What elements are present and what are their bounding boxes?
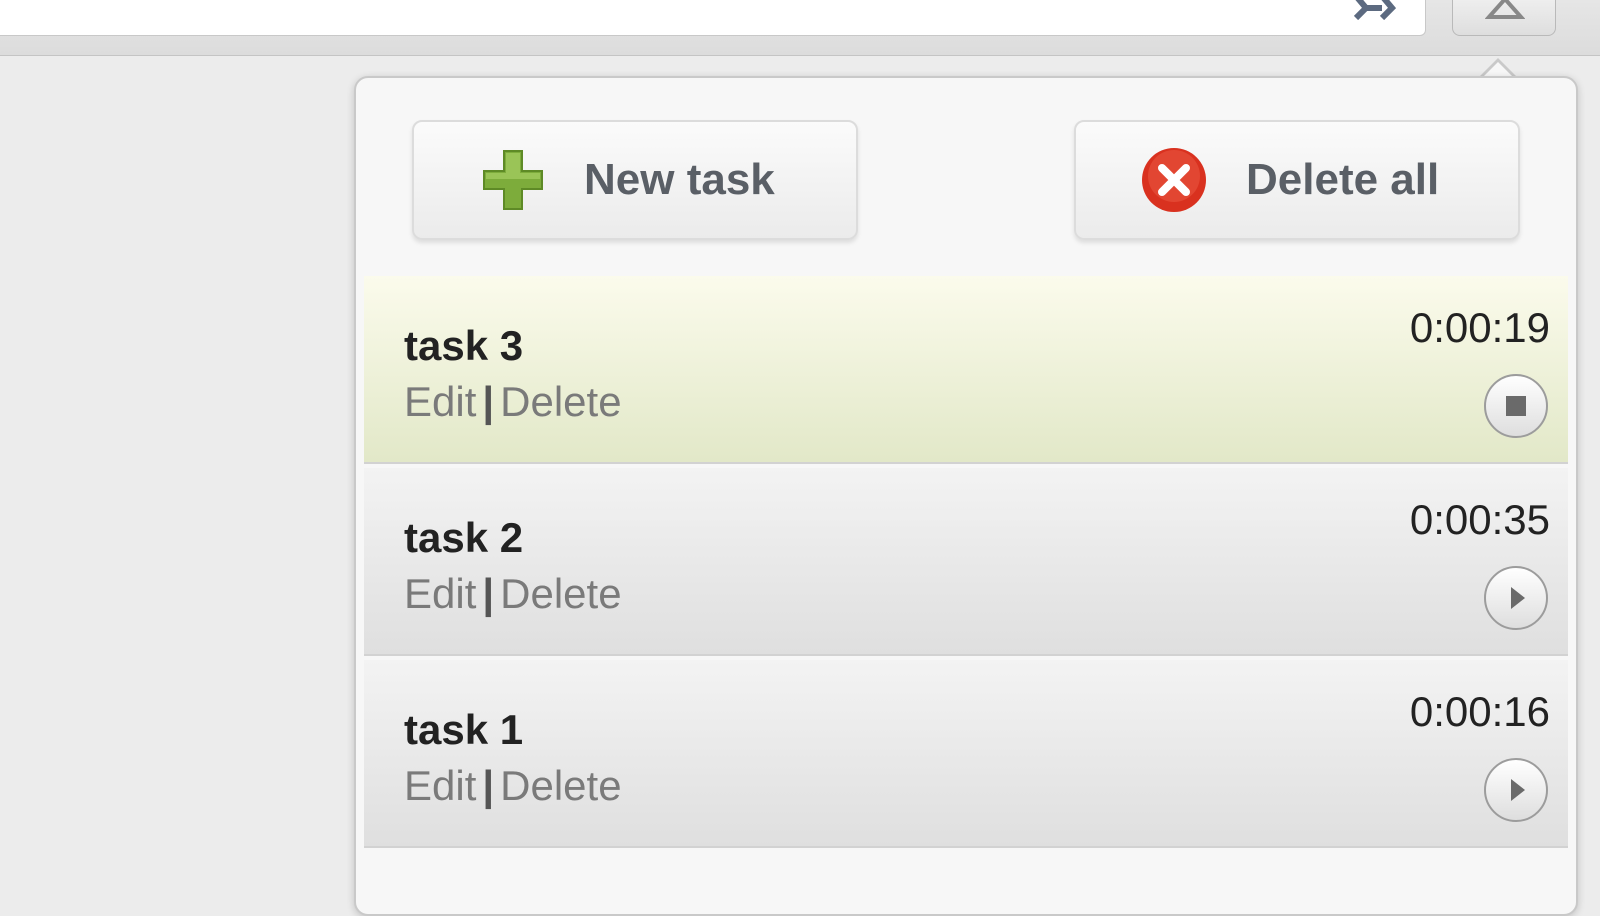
task-row[interactable]: task 2 Edit | Delete 0:00:35 [364, 468, 1568, 656]
edit-link[interactable]: Edit [404, 762, 476, 809]
task-actions: Edit | Delete [404, 378, 622, 426]
extension-button[interactable] [1452, 0, 1556, 36]
task-actions: Edit | Delete [404, 570, 622, 618]
task-actions: Edit | Delete [404, 762, 622, 810]
task-time: 0:00:35 [1409, 496, 1550, 543]
delete-all-label: Delete all [1246, 155, 1440, 204]
task-time: 0:00:19 [1409, 304, 1550, 351]
task-name: task 3 [404, 322, 524, 369]
task-timer-popup: New task Delete all task 3 Edit | Delete 0… [354, 76, 1578, 916]
popup-toolbar: New task Delete all [356, 78, 1576, 274]
delete-link[interactable]: Delete [500, 762, 621, 809]
edit-link[interactable]: Edit [404, 378, 476, 425]
play-button[interactable] [1484, 566, 1548, 630]
separator: | [482, 570, 495, 617]
task-time: 0:00:16 [1409, 688, 1550, 735]
stop-icon [1506, 396, 1526, 416]
new-task-label: New task [584, 155, 775, 204]
delete-all-button[interactable]: Delete all [1074, 120, 1520, 240]
delete-link[interactable]: Delete [500, 378, 621, 425]
separator: | [482, 378, 495, 425]
play-button[interactable] [1484, 758, 1548, 822]
new-task-button[interactable]: New task [412, 120, 858, 240]
task-row[interactable]: task 1 Edit | Delete 0:00:16 [364, 660, 1568, 848]
bookmark-star-icon[interactable] [1352, 0, 1398, 20]
browser-toolbar [0, 0, 1600, 56]
address-bar[interactable] [0, 0, 1426, 36]
task-row[interactable]: task 3 Edit | Delete 0:00:19 [364, 276, 1568, 464]
task-name: task 2 [404, 514, 524, 561]
task-name: task 1 [404, 706, 524, 753]
extension-icon [1485, 0, 1525, 19]
close-circle-icon [1142, 148, 1206, 212]
delete-link[interactable]: Delete [500, 570, 621, 617]
plus-icon [483, 150, 543, 210]
stop-button[interactable] [1484, 374, 1548, 438]
edit-link[interactable]: Edit [404, 570, 476, 617]
task-list: task 3 Edit | Delete 0:00:19 task 2 Edit | D… [364, 276, 1568, 856]
play-icon [1511, 587, 1525, 609]
separator: | [482, 762, 495, 809]
play-icon [1511, 779, 1525, 801]
